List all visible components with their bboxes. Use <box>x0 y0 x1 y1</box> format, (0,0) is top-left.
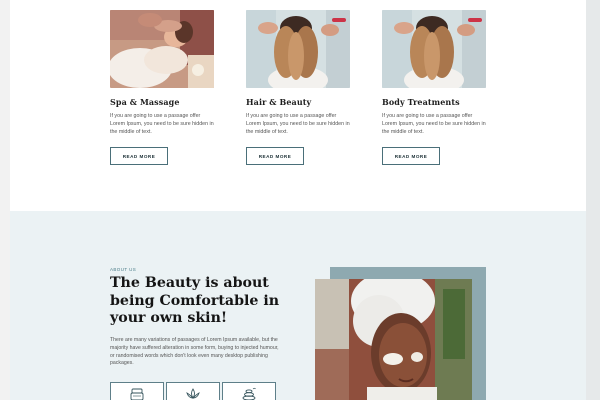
feature-box-cream[interactable] <box>110 382 164 400</box>
read-more-button[interactable]: READ MORE <box>110 147 168 165</box>
spa-stones-icon <box>242 387 256 400</box>
page-side-band <box>586 0 600 400</box>
feature-box-lotus[interactable] <box>166 382 220 400</box>
read-more-button[interactable]: READ MORE <box>382 147 440 165</box>
service-card-spa-massage: Spa & Massage If you are going to use a … <box>110 10 214 165</box>
hair-beauty-image <box>246 10 350 88</box>
service-description: If you are going to use a passage offer … <box>382 113 486 135</box>
service-title: Hair & Beauty <box>246 97 312 107</box>
about-paragraph: There are many variations of passages of… <box>110 337 279 367</box>
service-description: If you are going to use a passage offer … <box>246 113 350 135</box>
service-card-hair-beauty: Hair & Beauty If you are going to use a … <box>246 10 350 165</box>
body-treatments-image <box>382 10 486 88</box>
service-title: Spa & Massage <box>110 97 180 107</box>
cream-jar-icon <box>130 388 144 400</box>
about-kicker: ABOUT US <box>110 267 137 272</box>
about-photo <box>315 279 472 400</box>
page: Spa & Massage If you are going to use a … <box>10 0 586 400</box>
feature-box-stones[interactable] <box>222 382 276 400</box>
service-card-body-treatments: Body Treatments If you are going to use … <box>382 10 486 165</box>
about-section: ABOUT US The Beauty is about being Comfo… <box>10 211 586 400</box>
service-description: If you are going to use a passage offer … <box>110 113 214 135</box>
spa-massage-image <box>110 10 214 88</box>
service-title: Body Treatments <box>382 97 460 107</box>
about-heading: The Beauty is about being Comfortable in… <box>110 275 280 326</box>
lotus-icon <box>186 388 200 399</box>
read-more-button[interactable]: READ MORE <box>246 147 304 165</box>
